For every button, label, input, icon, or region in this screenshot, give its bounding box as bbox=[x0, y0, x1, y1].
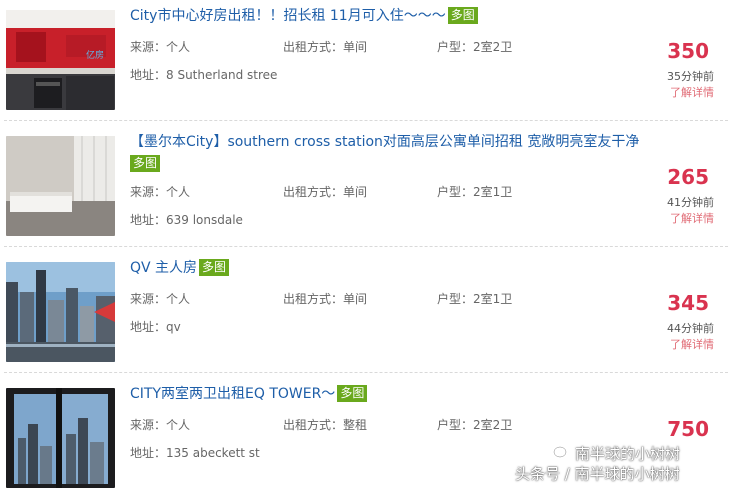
svg-text:亿房: 亿房 bbox=[86, 49, 104, 61]
watermark-account-name: 南半球的小树树 bbox=[575, 445, 681, 463]
listing-title-text[interactable]: 【墨尔本City】southern cross station对面高层公寓单间招… bbox=[130, 134, 639, 150]
city-view-photo bbox=[6, 262, 115, 362]
listing-thumbnail[interactable]: 亿房 bbox=[6, 10, 115, 110]
listing-title[interactable]: 【墨尔本City】southern cross station对面高层公寓单间招… bbox=[130, 131, 660, 175]
listing-thumbnail[interactable] bbox=[6, 262, 115, 362]
listing-time-ago: 44分钟前 bbox=[667, 322, 714, 335]
listing-item[interactable]: 亿房 City市中心好房出租！！招长租 11月可入住～～～ 多图 来源：个人 出租… bbox=[0, 0, 729, 122]
listing-rent-type: 出租方式：单间 bbox=[283, 185, 368, 199]
listing-title[interactable]: QV 主人房 多图 bbox=[130, 257, 660, 279]
listing-detail-link[interactable]: 了解详情 bbox=[634, 210, 714, 226]
listing-address: 地址：135 abeckett st bbox=[130, 446, 260, 460]
listing-item[interactable]: 【墨尔本City】southern cross station对面高层公寓单间招… bbox=[0, 122, 729, 247]
listing-title-text[interactable]: CITY两室两卫出租EQ TOWER～ bbox=[130, 386, 335, 402]
listing-rent-type: 出租方式：单间 bbox=[283, 40, 368, 54]
listing-source: 来源：个人 bbox=[130, 40, 191, 54]
listing-layout: 户型：2室2卫 bbox=[437, 418, 513, 432]
listing-time-ago: 35分钟前 bbox=[667, 70, 714, 83]
listing-source: 来源：个人 bbox=[130, 292, 191, 306]
listing-title[interactable]: City市中心好房出租！！招长租 11月可入住～～～ 多图 bbox=[130, 5, 660, 27]
listing-price: 750 bbox=[667, 417, 709, 441]
bedroom-photo bbox=[6, 136, 115, 236]
listing-detail-link[interactable]: 了解详情 bbox=[634, 84, 714, 100]
listing-title-text[interactable]: City市中心好房出租！！招长租 11月可入住～～～ bbox=[130, 8, 446, 24]
listing-layout: 户型：2室1卫 bbox=[437, 292, 513, 306]
listing-price: 265 bbox=[667, 165, 709, 189]
listing-time-ago: 41分钟前 bbox=[667, 196, 714, 209]
listing-price: 350 bbox=[667, 39, 709, 63]
watermark-source: 头条号 / 南半球的小树树 bbox=[515, 465, 680, 483]
listing-divider bbox=[4, 120, 728, 121]
chat-bubble-icon bbox=[553, 446, 571, 460]
listing-title-text[interactable]: QV 主人房 bbox=[130, 260, 197, 276]
listing-thumbnail[interactable] bbox=[6, 388, 115, 488]
multi-image-badge: 多图 bbox=[130, 155, 161, 172]
listing-source: 来源：个人 bbox=[130, 185, 191, 199]
listing-title[interactable]: CITY两室两卫出租EQ TOWER～ 多图 bbox=[130, 383, 660, 405]
listing-layout: 户型：2室2卫 bbox=[437, 40, 513, 54]
listing-rent-type: 出租方式：整租 bbox=[283, 418, 368, 432]
multi-image-badge: 多图 bbox=[337, 385, 368, 402]
listing-price: 345 bbox=[667, 291, 709, 315]
listing-rent-type: 出租方式：单间 bbox=[283, 292, 368, 306]
listing-address: 地址：639 lonsdale bbox=[130, 213, 243, 227]
listing-source: 来源：个人 bbox=[130, 418, 191, 432]
listing-detail-link[interactable]: 了解详情 bbox=[634, 336, 714, 352]
listing-layout: 户型：2室1卫 bbox=[437, 185, 513, 199]
window-view-photo bbox=[6, 388, 115, 488]
listing-item[interactable]: QV 主人房 多图 来源：个人 出租方式：单间 户型：2室1卫 地址：qv 345… bbox=[0, 246, 729, 373]
kitchen-photo: 亿房 bbox=[6, 10, 115, 110]
listing-address: 地址：8 Sutherland stree bbox=[130, 68, 278, 82]
listing-address: 地址：qv bbox=[130, 320, 181, 334]
multi-image-badge: 多图 bbox=[199, 259, 230, 276]
listing-thumbnail[interactable] bbox=[6, 136, 115, 236]
multi-image-badge: 多图 bbox=[447, 7, 478, 24]
watermark: 南半球的小树树 头条号 / 南半球的小树树 bbox=[515, 443, 725, 487]
